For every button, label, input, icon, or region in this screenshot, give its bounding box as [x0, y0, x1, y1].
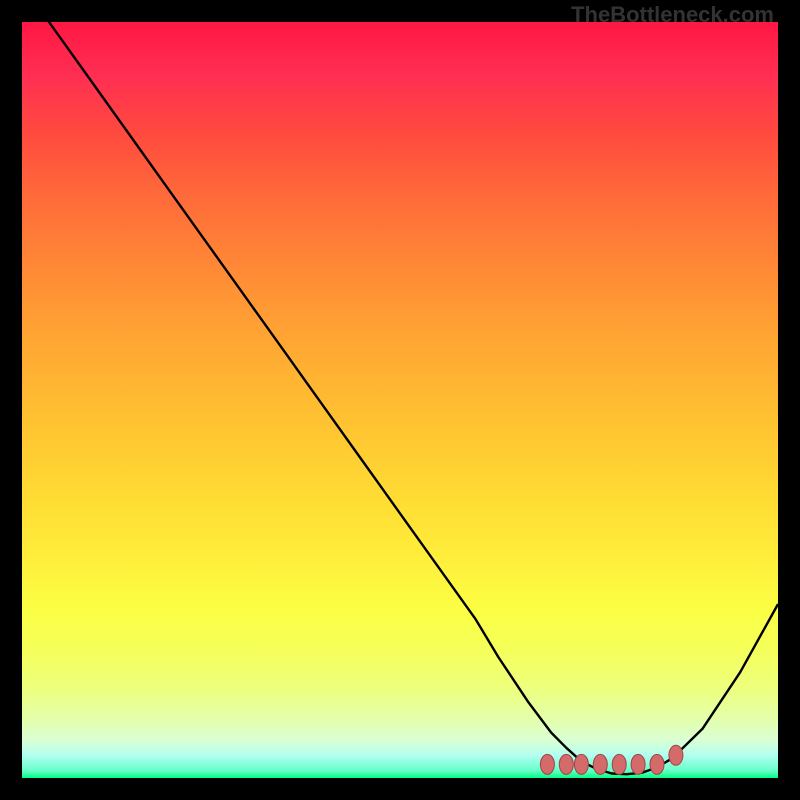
chart-svg — [22, 22, 778, 778]
main-curve-line — [22, 22, 778, 774]
marker-dots — [540, 745, 683, 774]
plot-area — [22, 22, 778, 778]
chart-container: TheBottleneck.com — [0, 0, 800, 800]
